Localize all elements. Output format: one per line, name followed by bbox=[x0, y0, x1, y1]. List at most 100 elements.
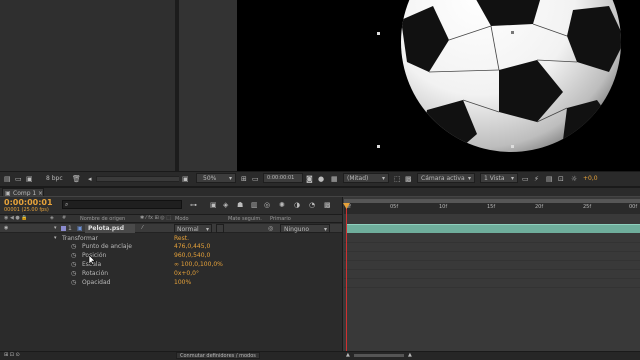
column-trkmat[interactable]: Mate seguim. bbox=[228, 216, 262, 223]
chevron-down-icon: ▾ bbox=[229, 175, 233, 182]
chevron-down-icon: ▾ bbox=[468, 175, 472, 182]
eye-icon[interactable]: ◉ bbox=[4, 225, 8, 232]
index-column-icon: # bbox=[62, 215, 67, 221]
layer-duration-bar[interactable] bbox=[346, 224, 640, 233]
camera-select[interactable]: Cámara activa ▾ bbox=[417, 173, 475, 183]
column-parent[interactable]: Primario bbox=[270, 216, 291, 223]
stopwatch-icon[interactable]: ◷ bbox=[71, 261, 76, 268]
fast-preview-icon[interactable]: ⚡ bbox=[534, 175, 539, 183]
draft-3d-icon[interactable]: ◈ bbox=[223, 201, 228, 209]
transform-expand-icon[interactable]: ▾ bbox=[54, 235, 57, 242]
prop-rotation-value[interactable]: 0x+0,0° bbox=[174, 270, 199, 277]
graph-editor-icon[interactable]: ◑ bbox=[294, 201, 300, 209]
mask-icon[interactable]: ▭ bbox=[252, 175, 259, 183]
zoom-in-icon[interactable]: ▲ bbox=[408, 352, 412, 359]
layer-index: 1 bbox=[68, 225, 72, 232]
current-time-indicator[interactable] bbox=[346, 203, 347, 351]
new-folder-icon[interactable]: ▭ bbox=[15, 175, 22, 183]
grid-icon[interactable]: ⊞ bbox=[241, 175, 247, 183]
transparency-grid-icon[interactable]: ▩ bbox=[405, 175, 412, 183]
layer-switch-icon[interactable]: ⁄ bbox=[142, 225, 143, 232]
snapshot-icon[interactable]: ◙ bbox=[306, 175, 313, 183]
graph-icon[interactable]: ▩ bbox=[324, 201, 331, 209]
motion-blur-icon[interactable]: ◎ bbox=[264, 201, 270, 209]
ruler-tick-00: 00f bbox=[629, 204, 638, 210]
pickwhip-icon[interactable]: ◎ bbox=[268, 225, 273, 232]
chevron-down-icon: ▾ bbox=[511, 175, 515, 182]
switches-icons: ✱ ⁄ fx ⊞ ◎ ⬚ bbox=[140, 215, 171, 221]
composition-viewer[interactable] bbox=[237, 0, 640, 171]
property-track-scale bbox=[344, 260, 640, 261]
property-track-end bbox=[344, 287, 640, 288]
property-track-opacity bbox=[344, 278, 640, 279]
layer-trkmat-select[interactable] bbox=[216, 224, 224, 233]
current-time-display[interactable]: 0:00:00:01 bbox=[263, 173, 303, 183]
search-icon: ⌕ bbox=[65, 201, 69, 208]
left-panel-strip bbox=[179, 0, 237, 171]
transform-reset[interactable]: Rest. bbox=[174, 235, 189, 242]
delete-icon[interactable]: 🗑 bbox=[72, 175, 81, 183]
search-input[interactable]: ⌕ bbox=[62, 200, 182, 209]
hide-shy-icon[interactable]: ☗ bbox=[237, 201, 243, 209]
toggle-switches-modes-button[interactable]: Conmutar definidores / modos bbox=[176, 352, 260, 359]
layer-label-color[interactable] bbox=[61, 226, 66, 231]
interpret-footage-icon[interactable]: ▤ bbox=[4, 175, 11, 183]
timeline-footer bbox=[0, 351, 640, 360]
expand-arrow-icon[interactable]: ▾ bbox=[54, 225, 57, 232]
ruler-tick-20: 20f bbox=[535, 204, 544, 210]
time-ruler[interactable]: 0f 05f 10f 15f 20f 25f 00f bbox=[344, 203, 640, 214]
column-mode[interactable]: Modo bbox=[175, 216, 189, 223]
flowchart-icon[interactable]: ⊡ bbox=[558, 175, 564, 183]
chevron-down-icon: ▾ bbox=[382, 175, 386, 182]
prop-position-value[interactable]: 960,0,540,0 bbox=[174, 252, 210, 259]
zoom-out-icon[interactable]: ▲ bbox=[346, 352, 350, 359]
region-of-interest-icon[interactable]: ⬚ bbox=[394, 175, 401, 183]
pixel-aspect-icon[interactable]: ▭ bbox=[522, 175, 529, 183]
timeline-icon[interactable]: ▤ bbox=[546, 175, 553, 183]
zoom-select[interactable]: 50% ▾ bbox=[196, 173, 236, 183]
expand-collapse-icon[interactable]: ⊞ ⊡ ⊙ bbox=[4, 352, 20, 359]
frame-info: 00001 (25.00 fps) bbox=[4, 207, 49, 213]
prop-opacity-value[interactable]: 100% bbox=[174, 279, 191, 286]
label-column-icon: ◈ bbox=[50, 215, 54, 221]
frame-blending-icon[interactable]: ▥ bbox=[251, 201, 258, 209]
bpc-label[interactable]: 8 bpc bbox=[46, 175, 63, 182]
channel-icon[interactable]: ▦ bbox=[331, 175, 338, 183]
ruler-tick-10: 10f bbox=[439, 204, 448, 210]
prop-anchor-name: Punto de anclaje bbox=[82, 243, 132, 250]
scroll-left-icon[interactable]: ◂ bbox=[88, 175, 92, 183]
always-preview-icon[interactable]: ▣ bbox=[182, 175, 189, 183]
psd-file-icon: ▣ bbox=[77, 225, 83, 232]
exposure-value[interactable]: +0,0 bbox=[583, 175, 598, 182]
prop-scale-value[interactable]: ∞ 100,0,100,0% bbox=[174, 261, 223, 268]
view-layout-select[interactable]: 1 Vista ▾ bbox=[480, 173, 518, 183]
current-time[interactable]: 0:00:00:01 bbox=[4, 198, 53, 207]
transform-label[interactable]: Transformar bbox=[62, 235, 98, 242]
soccer-ball-image bbox=[377, 0, 621, 152]
stopwatch-icon[interactable]: ◷ bbox=[71, 252, 76, 259]
chevron-down-icon: ▾ bbox=[324, 226, 328, 233]
layer-mode-select[interactable]: Normal ▾ bbox=[174, 224, 212, 233]
new-comp-icon[interactable]: ▣ bbox=[26, 175, 33, 183]
layer-parent-select[interactable]: Ninguno ▾ bbox=[280, 224, 330, 233]
auto-keyframe-icon[interactable]: ◔ bbox=[309, 201, 315, 209]
chevron-down-icon: ▾ bbox=[206, 226, 210, 233]
timeline-graph-area[interactable] bbox=[342, 197, 640, 351]
property-track-anchor bbox=[344, 242, 640, 243]
composition-mini-flowchart-icon[interactable]: ⊶ bbox=[190, 201, 197, 209]
stopwatch-icon[interactable]: ◷ bbox=[71, 243, 76, 250]
prop-opacity-name: Opacidad bbox=[82, 279, 111, 286]
layer-name: Pelota.psd bbox=[88, 225, 125, 232]
exposure-icon[interactable]: ☼ bbox=[571, 175, 577, 183]
timeline-zoom-slider[interactable] bbox=[354, 354, 404, 357]
brainstorm-icon[interactable]: ✺ bbox=[279, 201, 285, 209]
stopwatch-icon[interactable]: ◷ bbox=[71, 279, 76, 286]
show-snapshot-icon[interactable]: ● bbox=[318, 175, 324, 183]
stopwatch-icon[interactable]: ◷ bbox=[71, 270, 76, 277]
resolution-select[interactable]: (Mitad) ▾ bbox=[343, 173, 389, 183]
live-update-icon[interactable]: ▣ bbox=[210, 201, 217, 209]
av-toggle-icons: ◉ ◀ ● 🔒 bbox=[4, 215, 28, 221]
layer-name-box[interactable]: Pelota.psd bbox=[85, 224, 135, 233]
prop-anchor-value[interactable]: 476,0,445,0 bbox=[174, 243, 210, 250]
column-source-name[interactable]: Nombre de origen bbox=[80, 216, 125, 223]
